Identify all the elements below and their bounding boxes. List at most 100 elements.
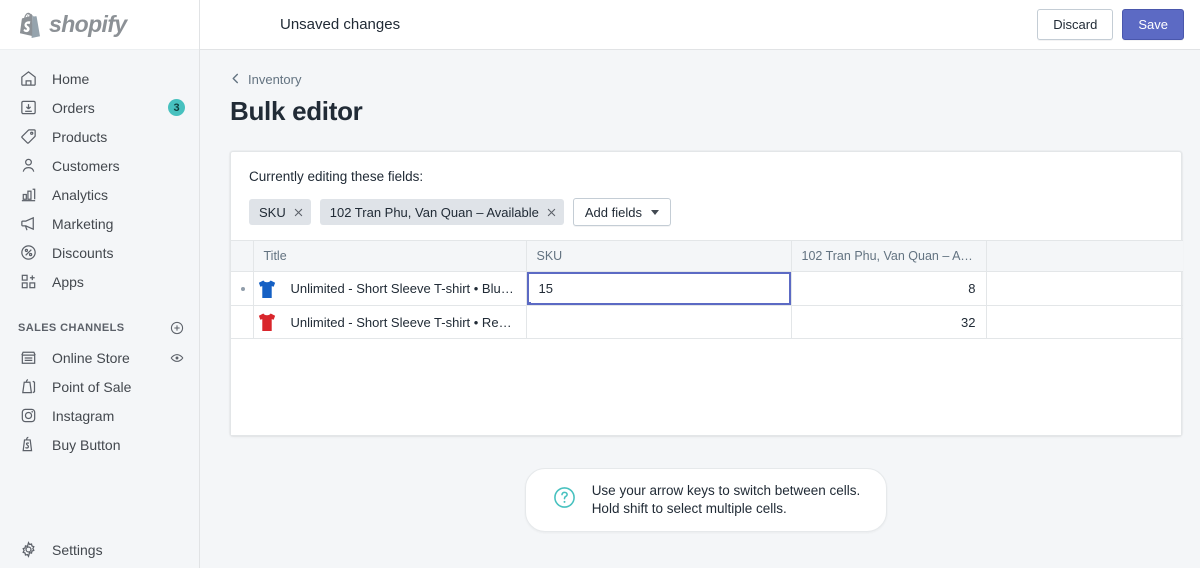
analytics-icon — [18, 185, 38, 205]
table-empty-space — [231, 339, 1181, 435]
page-title: Bulk editor — [230, 96, 363, 126]
discount-percent-icon — [18, 243, 38, 263]
row-selected-dot — [241, 286, 245, 291]
help-line-1: Use your arrow keys to switch between ce… — [591, 483, 861, 498]
field-tag-sku: SKU — [249, 199, 311, 225]
table-row: Unlimited - Short Sleeve T-shirt • Red •… — [231, 305, 1183, 339]
discard-button[interactable]: Discard — [1037, 9, 1114, 40]
storefront-icon — [18, 348, 38, 368]
row-marker — [231, 305, 254, 339]
sidebar-item-label: Analytics — [52, 186, 109, 203]
chevron-left-icon — [230, 72, 241, 87]
close-icon[interactable] — [547, 206, 556, 219]
table-body: Unlimited - Short Sleeve T-shirt • Blue … — [231, 271, 1183, 339]
brand-logo[interactable]: shopify — [0, 0, 199, 50]
cell-sku[interactable] — [526, 305, 792, 339]
sidebar-item-settings[interactable]: Settings — [0, 539, 199, 568]
sidebar-item-label: Orders — [52, 99, 95, 116]
buy-button-icon — [18, 435, 38, 455]
sidebar-item-point-of-sale[interactable]: Point of Sale — [0, 372, 199, 401]
sku-input[interactable] — [526, 272, 790, 305]
sidebar-item-label: Marketing — [52, 215, 114, 232]
orders-icon — [18, 98, 38, 118]
cell-blank — [986, 271, 1183, 306]
close-icon[interactable] — [294, 206, 303, 219]
shopify-bag-icon — [20, 12, 40, 38]
page-content: Inventory Bulk editor Currently editing … — [200, 50, 1200, 532]
cell-sku-active[interactable] — [526, 271, 792, 306]
column-header-blank — [986, 240, 1183, 272]
field-tag-location-available: 102 Tran Phu, Van Quan – Available — [319, 199, 564, 225]
home-icon — [18, 69, 38, 89]
field-tag-list: SKU 102 Tran Phu, Van Quan – Available A… — [249, 198, 1163, 226]
breadcrumb-label: Inventory — [248, 72, 302, 87]
bulk-editor-card: Currently editing these fields: SKU 102 … — [230, 151, 1183, 436]
sidebar-item-instagram[interactable]: Instagram — [0, 401, 199, 430]
sidebar-item-products[interactable]: Products — [0, 122, 199, 151]
brand-name: shopify — [49, 11, 127, 37]
sales-channels-title: SALES CHANNELS — [18, 322, 125, 334]
sidebar-item-marketing[interactable]: Marketing — [0, 209, 199, 238]
sidebar-item-discounts[interactable]: Discounts — [0, 238, 199, 267]
table-header: Title SKU 102 Tran Phu, Van Quan – Ava..… — [231, 240, 1183, 272]
field-tag-label: 102 Tran Phu, Van Quan – Available — [329, 204, 539, 220]
question-circle-icon — [552, 485, 577, 515]
instagram-icon — [18, 406, 38, 426]
sidebar-item-label: Online Store — [52, 349, 130, 366]
context-bar: Unsaved changes Discard Save — [200, 0, 1200, 50]
add-fields-button[interactable]: Add fields — [572, 198, 671, 226]
app-root: shopify Home Orders 3 Products Customers… — [0, 0, 1200, 568]
sidebar-item-customers[interactable]: Customers — [0, 151, 199, 180]
main-area: Unsaved changes Discard Save Inventory B… — [200, 0, 1200, 568]
breadcrumb[interactable]: Inventory — [230, 72, 1182, 87]
sidebar-item-online-store[interactable]: Online Store — [0, 343, 199, 372]
sidebar-item-apps[interactable]: Apps — [0, 267, 199, 296]
help-line-2: Hold shift to select multiple cells. — [591, 501, 787, 516]
column-header-available[interactable]: 102 Tran Phu, Van Quan – Ava... — [791, 240, 987, 272]
cell-available[interactable]: 8 — [791, 271, 987, 306]
sidebar-item-buy-button[interactable]: Buy Button — [0, 430, 199, 459]
field-tag-label: SKU — [259, 204, 286, 220]
column-header-sku[interactable]: SKU — [526, 240, 792, 272]
help-banner: Use your arrow keys to switch between ce… — [524, 468, 888, 532]
cell-available[interactable]: 32 — [791, 305, 987, 339]
sidebar: shopify Home Orders 3 Products Customers… — [0, 0, 200, 568]
sidebar-nav: Home Orders 3 Products Customers Analyti… — [0, 50, 199, 459]
column-header-marker — [231, 240, 254, 272]
plus-circle-icon[interactable] — [169, 320, 185, 336]
fill-handle[interactable] — [526, 302, 531, 305]
cell-blank — [986, 305, 1183, 339]
cell-title[interactable]: Unlimited - Short Sleeve T-shirt • Blue … — [253, 271, 527, 306]
add-fields-label: Add fields — [584, 204, 642, 220]
sidebar-item-label: Point of Sale — [52, 378, 132, 395]
sidebar-item-label: Products — [52, 128, 108, 145]
gear-icon — [18, 540, 38, 560]
sidebar-item-label: Home — [52, 70, 90, 87]
sidebar-item-analytics[interactable]: Analytics — [0, 180, 199, 209]
fields-editor: Currently editing these fields: SKU 102 … — [231, 152, 1181, 240]
sidebar-item-home[interactable]: Home — [0, 64, 199, 93]
apps-icon — [18, 272, 38, 292]
pos-icon — [18, 377, 38, 397]
megaphone-icon — [18, 214, 38, 234]
row-marker — [231, 271, 254, 306]
column-header-title[interactable]: Title — [253, 240, 527, 272]
sidebar-item-label: Apps — [52, 273, 84, 290]
orders-badge: 3 — [168, 99, 185, 116]
eye-icon[interactable] — [169, 350, 185, 366]
bulk-editor-table: Title SKU 102 Tran Phu, Van Quan – Ava..… — [231, 240, 1183, 339]
sidebar-item-label: Discounts — [52, 244, 114, 261]
cell-title[interactable]: Unlimited - Short Sleeve T-shirt • Red •… — [253, 305, 527, 339]
sales-channels-header: SALES CHANNELS — [0, 313, 199, 343]
tag-icon — [18, 127, 38, 147]
save-button[interactable]: Save — [1122, 9, 1184, 40]
product-title: Unlimited - Short Sleeve T-shirt • Blue … — [290, 281, 516, 296]
sidebar-item-orders[interactable]: Orders 3 — [0, 93, 199, 122]
tshirt-blue-icon — [253, 275, 280, 302]
customer-icon — [18, 156, 38, 176]
fields-label: Currently editing these fields: — [249, 169, 424, 184]
sidebar-item-label: Buy Button — [52, 436, 121, 453]
tshirt-red-icon — [253, 309, 280, 335]
sidebar-item-label: Customers — [52, 157, 120, 174]
